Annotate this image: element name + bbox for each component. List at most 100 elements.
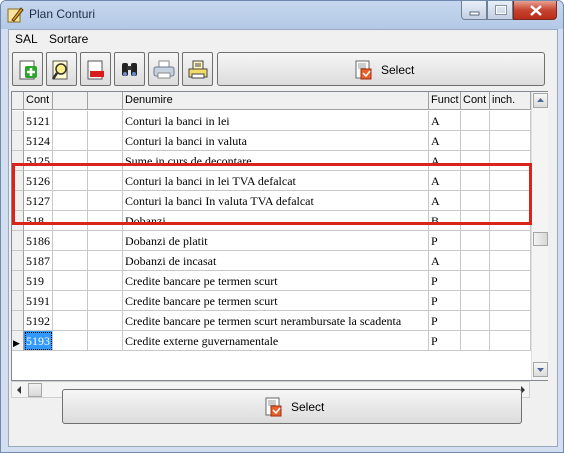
- maximize-button[interactable]: [487, 1, 513, 20]
- cell-name[interactable]: Credite bancare pe termen scurt: [123, 291, 429, 311]
- cell-empty[interactable]: [88, 291, 123, 311]
- table-row[interactable]: 519 Credite bancare pe termen scurt P: [12, 271, 531, 291]
- cell-funct[interactable]: P: [429, 291, 461, 311]
- cell-empty[interactable]: [461, 291, 490, 311]
- row-indicator[interactable]: [12, 251, 24, 271]
- cell-funct[interactable]: P: [429, 331, 461, 351]
- table-row[interactable]: 5121 Conturi la banci in lei A: [12, 111, 531, 131]
- cell-empty[interactable]: [490, 111, 531, 131]
- select-button-bottom[interactable]: Select: [62, 389, 522, 424]
- menu-sal[interactable]: SAL: [15, 32, 38, 46]
- scroll-up-button[interactable]: [533, 93, 548, 108]
- cell-empty[interactable]: [461, 131, 490, 151]
- add-button[interactable]: [12, 52, 43, 86]
- cell-funct[interactable]: A: [429, 131, 461, 151]
- vertical-scroll-thumb[interactable]: [533, 232, 548, 246]
- cell-empty[interactable]: [490, 231, 531, 251]
- row-indicator[interactable]: [12, 231, 24, 251]
- cell-empty[interactable]: [461, 231, 490, 251]
- cell-code[interactable]: 5192: [24, 311, 53, 331]
- column-header-cont[interactable]: Cont: [24, 92, 53, 110]
- cell-code[interactable]: 5187: [24, 251, 53, 271]
- cell-empty[interactable]: [88, 271, 123, 291]
- minimize-button[interactable]: [461, 1, 487, 20]
- cell-empty[interactable]: [490, 331, 531, 351]
- cell-funct[interactable]: P: [429, 271, 461, 291]
- table-row[interactable]: 5191 Credite bancare pe termen scurt P: [12, 291, 531, 311]
- column-header-cont-2[interactable]: Cont: [461, 92, 490, 110]
- column-header-3[interactable]: [88, 92, 123, 110]
- select-button-top[interactable]: Select: [217, 52, 545, 86]
- row-indicator[interactable]: [12, 291, 24, 311]
- cell-code[interactable]: 5124: [24, 131, 53, 151]
- accounts-grid[interactable]: Cont Denumire Funct Cont inch. 5121 Contu…: [11, 91, 548, 381]
- cell-empty[interactable]: [88, 251, 123, 271]
- scroll-down-button[interactable]: [533, 362, 548, 377]
- cell-name[interactable]: Dobanzi de incasat: [123, 251, 429, 271]
- table-row[interactable]: ▶ 5193 Credite externe guvernamentale P: [12, 331, 531, 351]
- cell-empty[interactable]: [53, 111, 88, 131]
- column-header-funct[interactable]: Funct: [429, 92, 461, 110]
- cell-empty[interactable]: [88, 131, 123, 151]
- table-row[interactable]: 5187 Dobanzi de incasat A: [12, 251, 531, 271]
- column-header-denumire[interactable]: Denumire: [123, 92, 429, 110]
- cell-empty[interactable]: [490, 251, 531, 271]
- row-indicator[interactable]: [12, 311, 24, 331]
- cell-empty[interactable]: [461, 251, 490, 271]
- row-indicator[interactable]: [12, 131, 24, 151]
- cell-name[interactable]: Credite externe guvernamentale: [123, 331, 429, 351]
- row-indicator[interactable]: [12, 111, 24, 131]
- cell-empty[interactable]: [461, 331, 490, 351]
- cell-code[interactable]: 519: [24, 271, 53, 291]
- cell-empty[interactable]: [88, 331, 123, 351]
- cell-funct[interactable]: A: [429, 251, 461, 271]
- close-button[interactable]: [513, 1, 557, 20]
- cell-empty[interactable]: [490, 131, 531, 151]
- table-row[interactable]: 5186 Dobanzi de platit P: [12, 231, 531, 251]
- row-indicator[interactable]: ▶: [12, 331, 24, 351]
- find-button[interactable]: [114, 52, 145, 86]
- cell-empty[interactable]: [53, 251, 88, 271]
- table-row[interactable]: 5124 Conturi la banci in valuta A: [12, 131, 531, 151]
- horizontal-scroll-thumb[interactable]: [28, 383, 42, 397]
- cell-name[interactable]: Dobanzi de platit: [123, 231, 429, 251]
- print-preview-button[interactable]: [182, 52, 213, 86]
- cell-code[interactable]: 5186: [24, 231, 53, 251]
- cell-empty[interactable]: [461, 111, 490, 131]
- cell-empty[interactable]: [53, 131, 88, 151]
- column-header-2[interactable]: [53, 92, 88, 110]
- delete-button[interactable]: [80, 52, 111, 86]
- cell-empty[interactable]: [53, 291, 88, 311]
- cell-empty[interactable]: [490, 311, 531, 331]
- select-button-top-label: Select: [381, 63, 415, 77]
- cell-empty[interactable]: [53, 271, 88, 291]
- search-button[interactable]: [46, 52, 77, 86]
- cell-empty[interactable]: [461, 271, 490, 291]
- cell-empty[interactable]: [490, 271, 531, 291]
- row-indicator[interactable]: [12, 271, 24, 291]
- cell-code[interactable]: 5193: [24, 331, 53, 351]
- cell-name[interactable]: Conturi la banci in lei: [123, 111, 429, 131]
- cell-empty[interactable]: [88, 231, 123, 251]
- menu-sortare[interactable]: Sortare: [49, 32, 88, 46]
- cell-name[interactable]: Credite bancare pe termen scurt nerambur…: [123, 311, 429, 331]
- table-row[interactable]: 5192 Credite bancare pe termen scurt nera…: [12, 311, 531, 331]
- cell-empty[interactable]: [88, 311, 123, 331]
- cell-empty[interactable]: [53, 331, 88, 351]
- cell-empty[interactable]: [53, 231, 88, 251]
- cell-code[interactable]: 5191: [24, 291, 53, 311]
- cell-name[interactable]: Conturi la banci in valuta: [123, 131, 429, 151]
- cell-name[interactable]: Credite bancare pe termen scurt: [123, 271, 429, 291]
- cell-funct[interactable]: P: [429, 231, 461, 251]
- cell-code[interactable]: 5121: [24, 111, 53, 131]
- cell-empty[interactable]: [490, 291, 531, 311]
- vertical-scrollbar[interactable]: [531, 92, 548, 380]
- cell-funct[interactable]: P: [429, 311, 461, 331]
- cell-funct[interactable]: A: [429, 111, 461, 131]
- cell-empty[interactable]: [88, 111, 123, 131]
- cell-empty[interactable]: [53, 311, 88, 331]
- cell-empty[interactable]: [461, 311, 490, 331]
- column-header-inch[interactable]: inch.: [490, 92, 531, 110]
- print-button[interactable]: [148, 52, 179, 86]
- scroll-left-icon[interactable]: [14, 384, 25, 396]
